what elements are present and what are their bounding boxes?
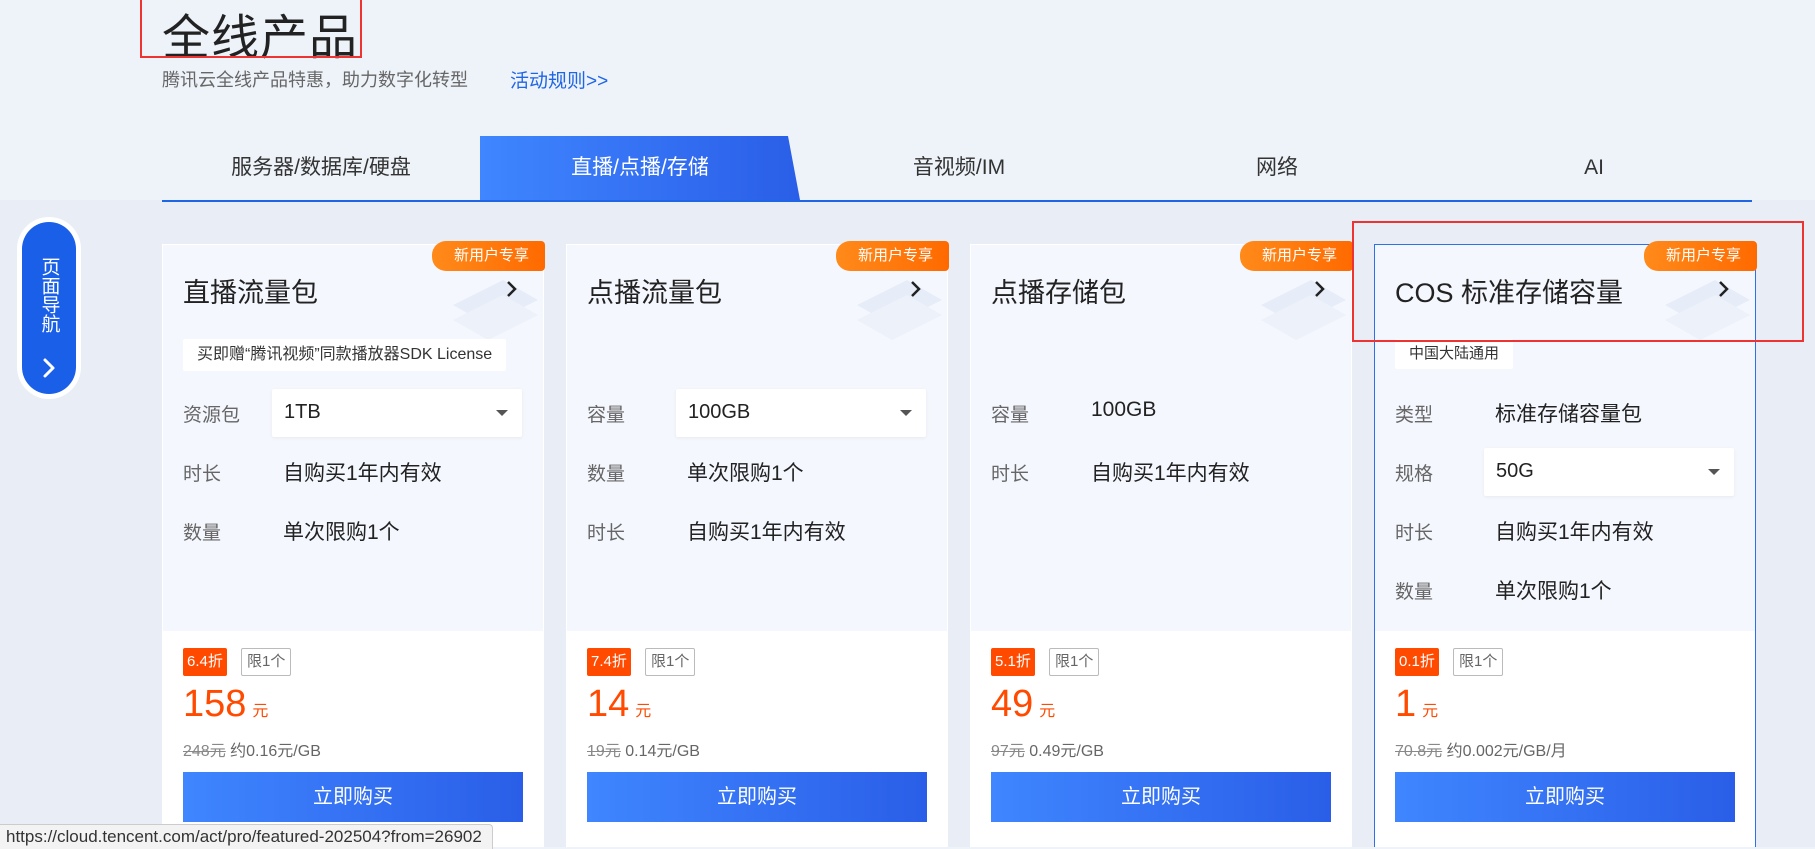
row-label: 时长 [1395, 523, 1434, 544]
select-value: 100GB [688, 401, 751, 423]
row-label: 时长 [991, 464, 1030, 485]
chevron-right-icon[interactable] [909, 279, 923, 299]
chevron-right-icon[interactable] [505, 279, 519, 299]
new-user-badge: 新用户专享 [835, 241, 949, 271]
row-label: 时长 [587, 523, 626, 544]
promo-note: 买即赠“腾讯视频”同款播放器SDK License [183, 339, 507, 371]
row-value: 自购买1年内有效 [1091, 462, 1250, 485]
row-label: 容量 [587, 405, 626, 426]
tab-live-vod-storage[interactable]: 直播/点播/存储 [480, 136, 800, 200]
tab-audio-video-im[interactable]: 音视频/IM [800, 136, 1118, 200]
price-area: 6.4折 限1个 158 元 248元 约0.16元/GB 立即购买 [163, 631, 543, 847]
card-title: 点播流量包 [587, 278, 722, 308]
original-price: 70.8元 约0.002元/GB/月 [1395, 743, 1567, 760]
product-card-vod-storage: 新用户专享 点播存储包 容量 100GB 时长 自购买1年内有效 5.1折 限1… [970, 241, 1353, 847]
card-title: 直播流量包 [183, 278, 318, 308]
row-value: 单次限购1个 [687, 462, 804, 485]
discount-badge: 5.1折 [991, 648, 1035, 676]
row-label: 类型 [1395, 405, 1434, 426]
row-value: 单次限购1个 [283, 521, 400, 544]
page-subtitle: 腾讯云全线产品特惠，助力数字化转型 [162, 70, 468, 90]
capacity-select[interactable]: 100GB [676, 389, 926, 437]
row-label: 资源包 [183, 405, 241, 426]
row-label: 数量 [587, 464, 626, 485]
price: 158 元 [183, 683, 269, 725]
chevron-right-icon[interactable] [1313, 279, 1327, 299]
row-label: 时长 [183, 464, 222, 485]
resource-pack-select[interactable]: 1TB [272, 389, 522, 437]
row-value: 标准存储容量包 [1495, 403, 1642, 426]
buy-now-button[interactable]: 立即购买 [587, 772, 927, 822]
row-value: 自购买1年内有效 [1495, 521, 1654, 544]
discount-badge: 6.4折 [183, 648, 227, 676]
row-label: 数量 [183, 523, 222, 544]
product-tabs: 服务器/数据库/硬盘 直播/点播/存储 音视频/IM 网络 AI [162, 136, 1752, 202]
chevron-right-icon [43, 358, 55, 378]
row-value: 自购买1年内有效 [687, 521, 846, 544]
discount-badge: 0.1折 [1395, 648, 1439, 676]
original-price: 19元 0.14元/GB [587, 743, 700, 760]
row-value: 单次限购1个 [1495, 580, 1612, 603]
price-area: 5.1折 限1个 49 元 97元 0.49元/GB 立即购买 [971, 631, 1351, 847]
price: 1元 [1395, 683, 1439, 725]
price-area: 7.4折 限1个 14 元 19元 0.14元/GB 立即购买 [567, 631, 947, 847]
caret-down-icon [1708, 469, 1720, 475]
product-card-live-traffic: 新用户专享 直播流量包 买即赠“腾讯视频”同款播放器SDK License 资源… [162, 241, 545, 847]
highlight-box-cos [1352, 221, 1804, 342]
row-label: 容量 [991, 405, 1030, 426]
row-value: 100GB [1091, 398, 1157, 421]
spec-select[interactable]: 50G [1484, 448, 1734, 496]
price-area: 0.1折 限1个 1元 70.8元 约0.002元/GB/月 立即购买 [1375, 631, 1755, 847]
buy-now-button[interactable]: 立即购买 [183, 772, 523, 822]
product-card-vod-traffic: 新用户专享 点播流量包 容量 100GB 数量 单次限购1个 时长 自购买1年内… [566, 241, 949, 847]
status-bar-url: https://cloud.tencent.com/act/pro/featur… [0, 824, 493, 849]
limit-badge: 限1个 [1453, 648, 1504, 676]
row-label: 规格 [1395, 464, 1434, 485]
tab-network[interactable]: 网络 [1118, 136, 1436, 200]
buy-now-button[interactable]: 立即购买 [991, 772, 1331, 822]
buy-now-button[interactable]: 立即购买 [1395, 772, 1735, 822]
activity-rules-link[interactable]: 活动规则>> [510, 66, 608, 93]
caret-down-icon [496, 410, 508, 416]
row-value: 自购买1年内有效 [283, 462, 442, 485]
select-value: 1TB [284, 401, 321, 423]
original-price: 248元 约0.16元/GB [183, 743, 321, 760]
highlight-box-title [140, 0, 362, 58]
tab-server-db-disk[interactable]: 服务器/数据库/硬盘 [162, 136, 480, 200]
caret-down-icon [900, 410, 912, 416]
select-value: 50G [1496, 460, 1534, 482]
region-note: 中国大陆通用 [1395, 339, 1514, 369]
discount-badge: 7.4折 [587, 648, 631, 676]
price: 49 元 [991, 683, 1056, 725]
new-user-badge: 新用户专享 [1239, 241, 1353, 271]
page-navigation-label: 页面导航 [38, 257, 60, 333]
limit-badge: 限1个 [645, 648, 696, 676]
price: 14 元 [587, 683, 652, 725]
row-label: 数量 [1395, 582, 1434, 603]
tab-ai[interactable]: AI [1436, 136, 1752, 200]
limit-badge: 限1个 [241, 648, 292, 676]
limit-badge: 限1个 [1049, 648, 1100, 676]
new-user-badge: 新用户专享 [431, 241, 545, 271]
card-title: 点播存储包 [991, 278, 1126, 308]
original-price: 97元 0.49元/GB [991, 743, 1104, 760]
page-navigation-button[interactable]: 页面导航 [22, 222, 76, 394]
